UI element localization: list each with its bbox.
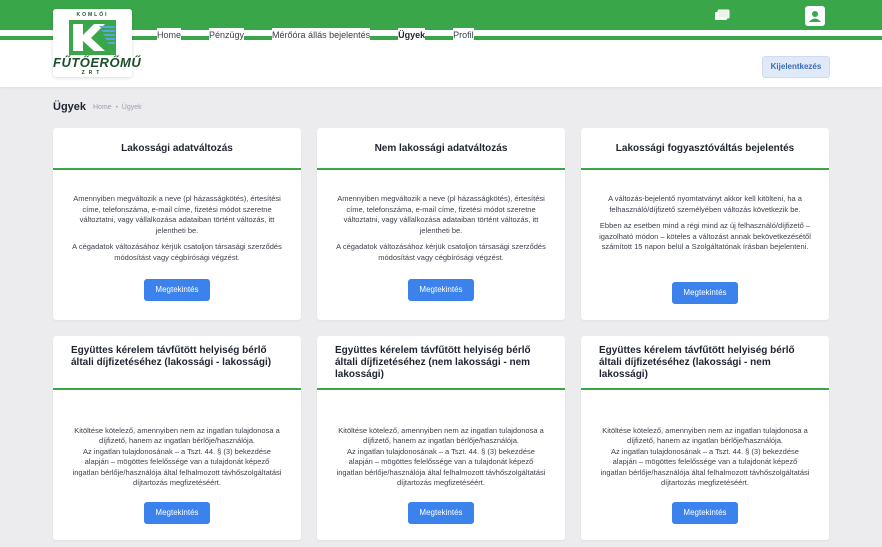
user-icon	[809, 11, 821, 22]
card-description: Kitöltése kötelező, amennyiben nem az in…	[599, 415, 811, 499]
card-divider	[581, 388, 829, 390]
breadcrumb: Home • Ügyek	[93, 104, 142, 111]
cart-icon[interactable]	[712, 6, 732, 26]
card-fogyasztovaltas: Lakossági fogyasztóváltás bejelentés A v…	[581, 128, 829, 320]
card-description: Amennyiben megváltozik a neve (pl házass…	[335, 194, 547, 263]
card-title: Lakossági adatváltozás	[121, 143, 233, 154]
logo-name-text: FŰTŐERŐMŰ	[53, 55, 142, 70]
card-paragraph: Amennyiben megváltozik a neve (pl házass…	[337, 194, 545, 235]
view-button[interactable]: Megtekintés	[408, 279, 474, 301]
card-egyuttes-kerelem-lakossagi: Együttes kérelem távfűtött helyiség bérl…	[53, 336, 301, 540]
breadcrumb-home[interactable]: Home	[93, 104, 112, 111]
breadcrumb-separator-icon: •	[115, 104, 118, 111]
view-button[interactable]: Megtekintés	[144, 502, 210, 524]
card-description: Amennyiben megváltozik a neve (pl házass…	[71, 194, 283, 263]
card-divider	[53, 388, 301, 390]
top-bar	[0, 0, 882, 30]
card-divider	[581, 168, 829, 170]
card-egyuttes-kerelem-nem-lakossagi: Együttes kérelem távfűtött helyiség bérl…	[317, 336, 565, 540]
card-divider	[317, 388, 565, 390]
view-button[interactable]: Megtekintés	[408, 502, 474, 524]
view-button[interactable]: Megtekintés	[672, 502, 738, 524]
card-egyuttes-kerelem-vegyes: Együttes kérelem távfűtött helyiség bérl…	[581, 336, 829, 540]
card-title: Együttes kérelem távfűtött helyiség bérl…	[71, 345, 272, 368]
card-description: A változás-bejelentő nyomtatványt akkor …	[599, 194, 811, 253]
nav-item-meroora[interactable]: Mérőóra állás bejelentés	[272, 28, 371, 42]
card-description: Kitöltése kötelező, amennyiben nem az in…	[335, 415, 547, 499]
card-title: Lakossági fogyasztóváltás bejelentés	[615, 143, 795, 154]
user-button[interactable]	[805, 6, 825, 26]
card-nem-lakossagi-adatvaltozas: Nem lakossági adatváltozás Amennyiben me…	[317, 128, 565, 320]
card-divider	[317, 168, 565, 170]
logo-top-text: KOMLÓI	[76, 12, 109, 18]
card-paragraph: Kitöltése kötelező, amennyiben nem az in…	[336, 425, 546, 488]
logout-button[interactable]: Kijelentkezés	[762, 56, 830, 78]
card-paragraph: A cégadatok változásához kérjük csatoljo…	[336, 242, 546, 262]
card-paragraph: Kitöltése kötelező, amennyiben nem az in…	[72, 425, 282, 488]
breadcrumb-current: Ügyek	[121, 104, 142, 111]
card-title: Együttes kérelem távfűtött helyiség bérl…	[599, 345, 795, 380]
page-title: Ügyek	[53, 101, 87, 113]
card-paragraph: Ebben az esetben mind a régi mind az új …	[599, 221, 811, 251]
card-paragraph: Amennyiben megváltozik a neve (pl házass…	[73, 194, 281, 235]
nav-item-home[interactable]: Home	[157, 28, 182, 42]
logo-zrt-text: ZRT	[81, 70, 104, 76]
brand-logo[interactable]: KOMLÓI FŰTŐERŐMŰ ZRT	[53, 9, 142, 77]
card-description: Kitöltése kötelező, amennyiben nem az in…	[71, 415, 283, 499]
card-paragraph: A változás-bejelentő nyomtatványt akkor …	[608, 194, 802, 214]
nav-item-penzugy[interactable]: Pénzügy	[209, 28, 245, 42]
nav-item-profil[interactable]: Profil	[453, 28, 474, 42]
view-button[interactable]: Megtekintés	[672, 282, 738, 304]
card-paragraph: A cégadatok változásához kérjük csatoljo…	[72, 242, 282, 262]
main-nav: Home Pénzügy Mérőóra állás bejelentés Üg…	[157, 28, 502, 42]
card-lakossagi-adatvaltozas: Lakossági adatváltozás Amennyiben megvál…	[53, 128, 301, 320]
card-divider	[53, 168, 301, 170]
card-paragraph: Kitöltése kötelező, amennyiben nem az in…	[600, 425, 810, 488]
logo-k-mark-icon	[69, 20, 116, 55]
card-title: Nem lakossági adatváltozás	[374, 143, 508, 154]
view-button[interactable]: Megtekintés	[144, 279, 210, 301]
card-title: Együttes kérelem távfűtött helyiség bérl…	[335, 345, 531, 380]
nav-item-ugyek[interactable]: Ügyek	[398, 28, 426, 42]
